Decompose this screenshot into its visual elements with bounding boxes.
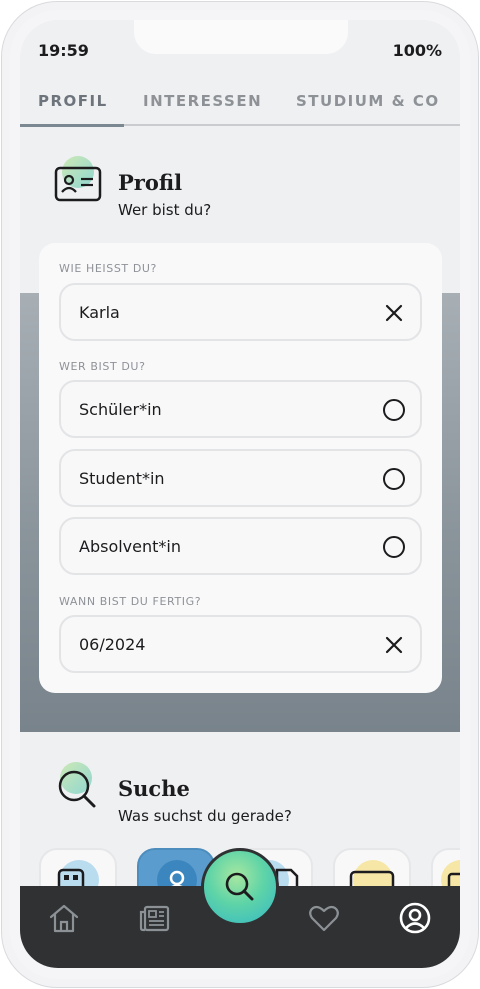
role-field-label: WER BIST DU? (59, 360, 146, 373)
profile-form-card: WIE HEISST DU? Karla WER BIST DU? Schüle… (39, 243, 442, 693)
search-title: Suche (118, 776, 190, 801)
profile-subtitle: Wer bist du? (118, 201, 212, 219)
role-option-label: Schüler*in (79, 400, 162, 419)
status-time: 19:59 (38, 41, 89, 60)
profile-icon[interactable] (397, 900, 433, 936)
role-option-absolvent[interactable]: Absolvent*in (59, 517, 422, 575)
finish-date-field[interactable]: 06/2024 (59, 615, 422, 673)
role-option-label: Absolvent*in (79, 537, 181, 556)
radio-icon[interactable] (382, 467, 406, 491)
role-option-student[interactable]: Student*in (59, 449, 422, 507)
tab-interessen[interactable]: INTERESSEN (143, 92, 262, 110)
tab-profil[interactable]: PROFIL (38, 92, 108, 110)
search-fab-button[interactable] (201, 848, 279, 926)
profile-section-header: Profil Wer bist du? (54, 156, 434, 226)
finish-date-value[interactable]: 06/2024 (79, 635, 145, 654)
name-value[interactable]: Karla (79, 303, 120, 322)
profile-title: Profil (118, 170, 183, 195)
radio-icon[interactable] (382, 535, 406, 559)
finish-field-label: WANN BIST DU FERTIG? (59, 595, 202, 608)
news-icon[interactable] (137, 900, 173, 936)
clear-icon[interactable] (382, 633, 406, 657)
radio-icon[interactable] (382, 398, 406, 422)
tab-bar: PROFIL INTERESSEN STUDIUM & CO (20, 90, 460, 127)
tab-active-indicator (20, 124, 124, 127)
heart-icon[interactable] (306, 900, 342, 936)
magnifier-icon (54, 762, 104, 812)
name-field-label: WIE HEISST DU? (59, 262, 157, 275)
clear-icon[interactable] (382, 301, 406, 325)
search-subtitle: Was suchst du gerade? (118, 807, 292, 825)
notch (134, 20, 348, 54)
tab-studium[interactable]: STUDIUM & CO (296, 92, 440, 110)
id-card-icon (54, 156, 104, 206)
home-icon[interactable] (46, 900, 82, 936)
search-section-header: Suche Was suchst du gerade? (54, 762, 434, 832)
role-option-label: Student*in (79, 469, 165, 488)
role-option-schueler[interactable]: Schüler*in (59, 380, 422, 438)
status-battery: 100% (392, 41, 442, 60)
search-icon (225, 872, 254, 901)
app-screen: 19:59 100% PROFIL INTERESSEN STUDIUM & C… (20, 20, 460, 968)
name-field[interactable]: Karla (59, 283, 422, 341)
